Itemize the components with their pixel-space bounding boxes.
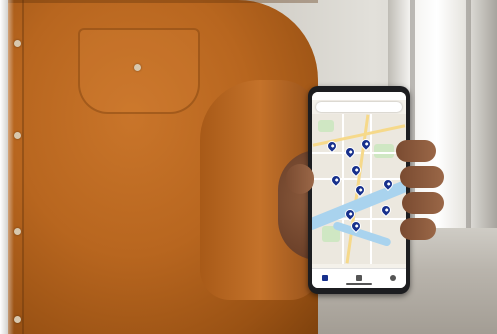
finger [400,166,444,188]
city-map[interactable] [312,114,406,264]
map-park [318,120,334,132]
finger [402,192,444,214]
thumb [286,164,314,194]
bottom-navigation [312,268,406,288]
phone-screen[interactable] [312,92,406,288]
map-pin-icon[interactable] [330,174,342,186]
map-park [374,144,394,158]
photo-left-edge [0,0,14,334]
shirt-seam [8,0,318,3]
shirt-button [14,228,21,235]
status-bar [312,92,406,100]
phone-home-indicator [346,283,372,285]
list-icon[interactable] [356,275,362,281]
shirt-button [14,40,21,47]
photo-scene [0,0,497,334]
window-frame-bar [466,0,471,230]
map-road [312,152,406,154]
profile-icon[interactable] [390,275,396,281]
pocket-button [134,64,141,71]
shirt-button [14,132,21,139]
finger [396,140,436,162]
shirt-placket [22,0,24,334]
map-pin-icon[interactable] [380,204,392,216]
shirt-button [14,316,21,323]
finger [400,218,436,240]
map-pin-icon[interactable] [344,146,356,158]
smartphone [308,86,410,294]
map-search-bar[interactable] [316,102,402,112]
shirt-pocket [78,28,200,114]
home-icon[interactable] [322,275,328,281]
